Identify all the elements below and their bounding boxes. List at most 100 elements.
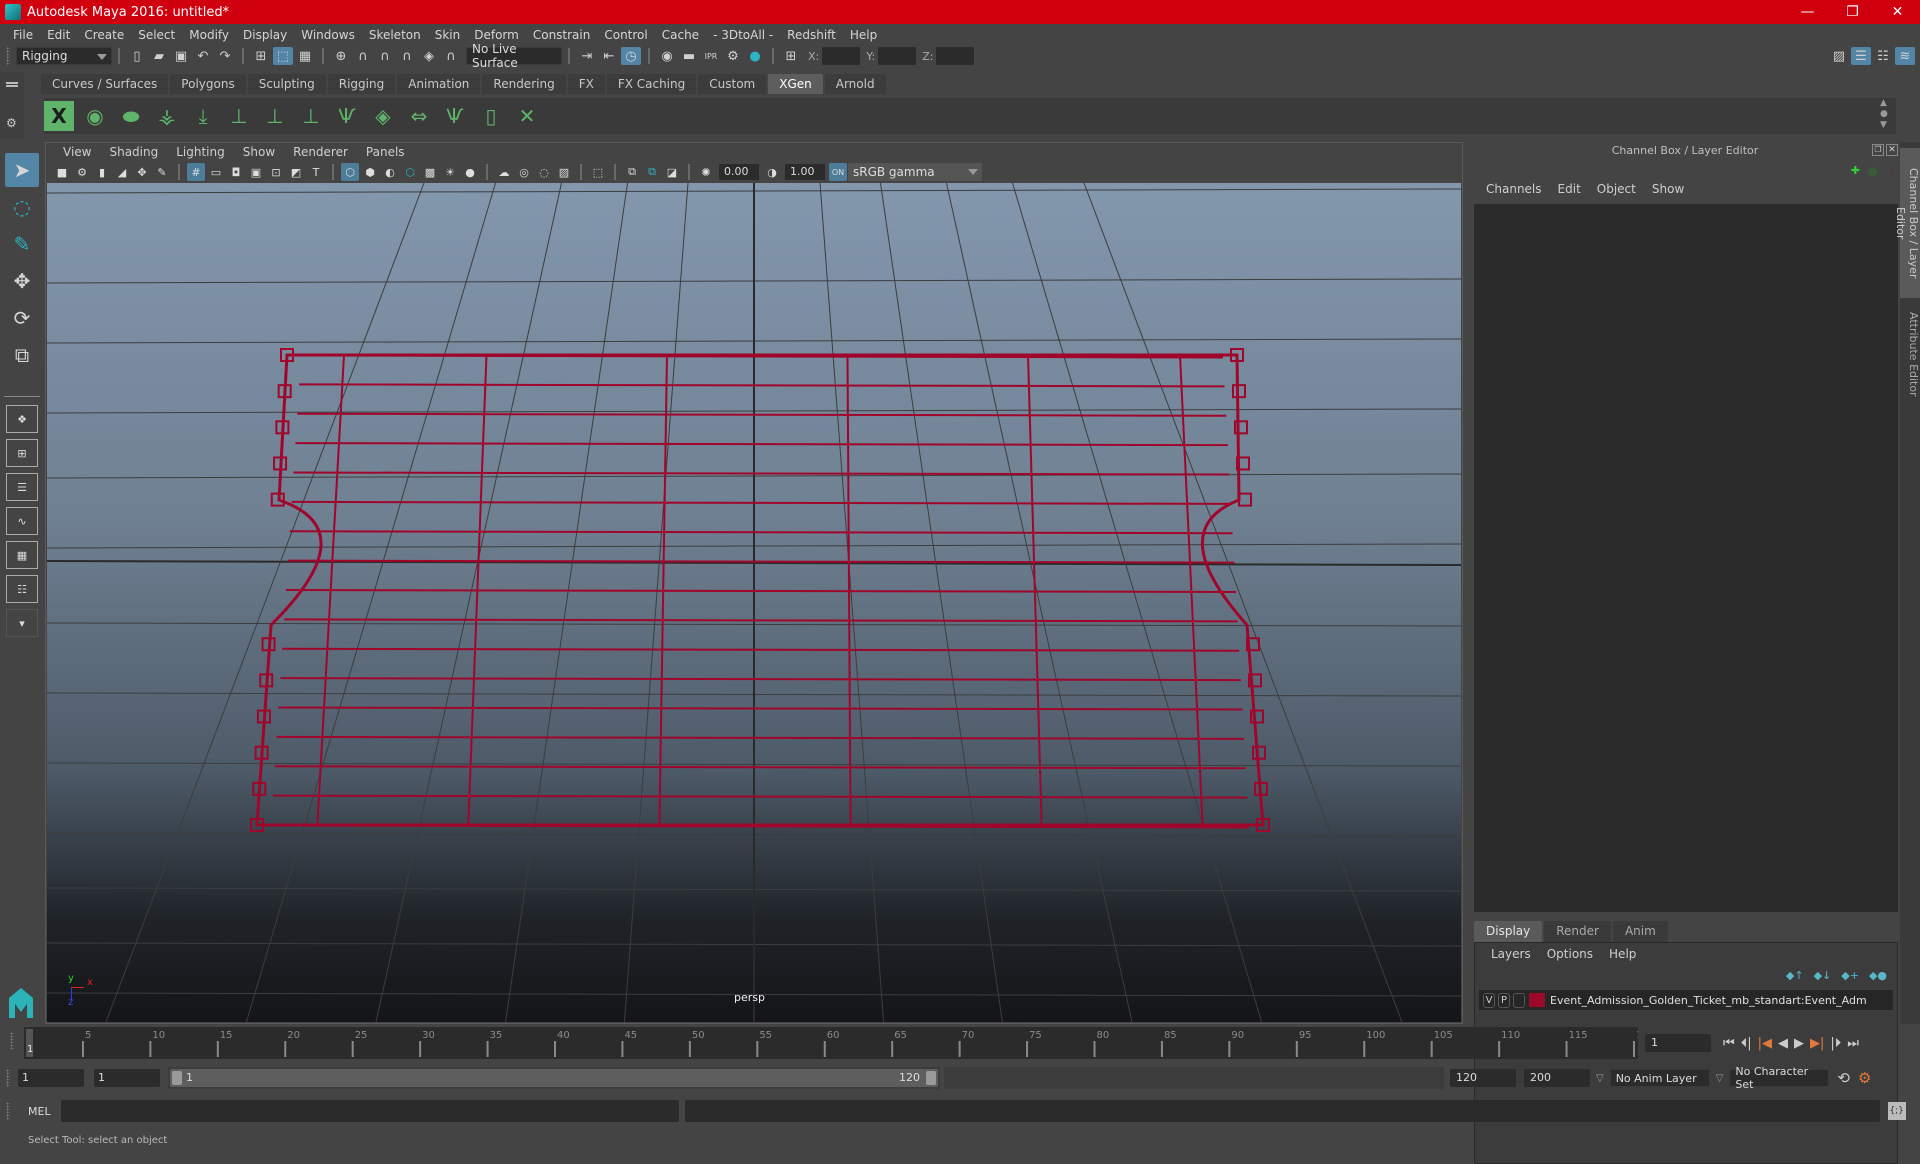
new-empty-layer-icon[interactable]: ◆+: [1841, 969, 1859, 982]
redo-icon[interactable]: ↷: [215, 47, 235, 65]
shelf-tab[interactable]: Polygons: [170, 74, 246, 94]
play-backwards-icon[interactable]: ◀: [1778, 1036, 1788, 1051]
add-guides-icon[interactable]: ⚶: [152, 101, 182, 131]
xray-icon[interactable]: ⧉: [623, 163, 641, 181]
go-to-start-icon[interactable]: ⏮: [1723, 1036, 1735, 1051]
channel-box-menu-item[interactable]: Edit: [1550, 182, 1589, 196]
menu-item[interactable]: File: [6, 28, 40, 42]
step-forward-frame-icon[interactable]: |⏵: [1830, 1036, 1841, 1051]
3d-viewport[interactable]: y x z persp: [47, 183, 1461, 1022]
move-layer-up-icon[interactable]: ◆↑: [1786, 969, 1804, 982]
film-gate-icon[interactable]: ▭: [207, 163, 225, 181]
channel-box-content[interactable]: [1474, 204, 1898, 912]
layer-color-swatch[interactable]: [1529, 993, 1545, 1007]
current-frame-field[interactable]: 1: [1645, 1034, 1711, 1052]
color-space-dropdown[interactable]: sRGB gamma: [848, 163, 982, 181]
viewport-menu-item[interactable]: Renderer: [284, 145, 357, 159]
xgen-window-icon[interactable]: X: [44, 101, 74, 131]
shelf-tab[interactable]: Curves / Surfaces: [41, 74, 169, 94]
viewport-menu-item[interactable]: View: [54, 145, 100, 159]
layer-display-type-toggle[interactable]: [1513, 992, 1525, 1008]
more-layouts-icon[interactable]: ▾: [6, 609, 38, 637]
paint-select-tool-icon[interactable]: ✎: [5, 227, 39, 261]
auto-key-icon[interactable]: ⟲: [1837, 1069, 1850, 1087]
make-live-icon[interactable]: ∩: [441, 47, 461, 65]
shelf-tab[interactable]: Rendering: [482, 74, 566, 94]
screen-space-ao-icon[interactable]: ☁: [495, 163, 513, 181]
bookmark-icon[interactable]: ▮: [93, 163, 111, 181]
x-field[interactable]: [822, 47, 861, 65]
snap-view-plane-icon[interactable]: ∩: [397, 47, 417, 65]
grease-pencil-icon[interactable]: ✎: [153, 163, 171, 181]
shelf-tab[interactable]: Rigging: [327, 74, 396, 94]
layer-menu-item[interactable]: Help: [1601, 947, 1644, 961]
range-grip[interactable]: [6, 1069, 10, 1087]
y-field[interactable]: [878, 47, 917, 65]
ipr-render-icon[interactable]: IPR: [701, 47, 721, 65]
shelf-tab[interactable]: Custom: [698, 74, 767, 94]
close-panel-icon[interactable]: ✕: [1886, 144, 1898, 156]
side-tab-attribute-editor[interactable]: Attribute Editor: [1900, 304, 1920, 404]
menu-item[interactable]: Create: [77, 28, 131, 42]
preview-icon[interactable]: ◉: [80, 101, 110, 131]
resolution-gate-icon[interactable]: ◘: [227, 163, 245, 181]
z-field[interactable]: [936, 47, 975, 65]
shelf-tab[interactable]: Sculpting: [247, 74, 326, 94]
menu-item[interactable]: Skeleton: [362, 28, 428, 42]
graph-persp-layout-icon[interactable]: ∿: [6, 507, 38, 535]
rotate-tool-icon[interactable]: ⟳: [5, 301, 39, 335]
attribute-editor-toggle-icon[interactable]: ☰: [1851, 47, 1871, 65]
restore-button[interactable]: ❐: [1830, 0, 1875, 24]
command-grip[interactable]: [6, 1102, 10, 1120]
render-view-icon[interactable]: ◉: [657, 47, 677, 65]
shelf-tab[interactable]: FX: [567, 74, 605, 94]
toolbar-grip[interactable]: [6, 47, 10, 65]
modeling-toolkit-icon[interactable]: ▨: [1829, 47, 1849, 65]
animation-preferences-icon[interactable]: ⚙: [1858, 1069, 1871, 1087]
channel-box-toggle-icon[interactable]: ≋: [1895, 47, 1915, 65]
2d-pan-zoom-icon[interactable]: ✥: [133, 163, 151, 181]
snap-surface-icon[interactable]: ◈: [419, 47, 439, 65]
hypershade-icon[interactable]: ●: [745, 47, 765, 65]
xray-joints-icon[interactable]: ◪: [663, 163, 681, 181]
character-set-chevron-icon[interactable]: ▽: [1716, 1073, 1724, 1084]
shelf-tab[interactable]: XGen: [768, 74, 823, 94]
range-slider[interactable]: 1 120: [170, 1069, 938, 1087]
channel-box-menu-item[interactable]: Channels: [1478, 182, 1550, 196]
depth-of-field-icon[interactable]: ▨: [555, 163, 573, 181]
menu-item[interactable]: Constrain: [526, 28, 598, 42]
add-guide-icon[interactable]: ⊥: [224, 101, 254, 131]
render-frame-icon[interactable]: ▬: [679, 47, 699, 65]
layer-tab[interactable]: Display: [1474, 921, 1543, 942]
character-set-dropdown[interactable]: No Character Set: [1729, 1065, 1830, 1091]
shadows-icon[interactable]: ●: [461, 163, 479, 181]
axis-manipulator-icon[interactable]: ✚: [1851, 164, 1860, 177]
animation-end-field[interactable]: 200: [1524, 1069, 1590, 1087]
select-tool-icon[interactable]: ➤: [5, 153, 39, 187]
select-object-icon[interactable]: ⬚: [273, 47, 293, 65]
anti-aliasing-icon[interactable]: ◌: [535, 163, 553, 181]
layer-row[interactable]: V P Event_Admission_Golden_Ticket_mb_sta…: [1479, 990, 1893, 1010]
motion-blur-icon[interactable]: ◎: [515, 163, 533, 181]
exposure-icon[interactable]: ✺: [697, 163, 715, 181]
sculpt-guides-icon[interactable]: Ѱ: [332, 101, 362, 131]
wireframe-on-shaded-icon[interactable]: ⬡: [401, 163, 419, 181]
command-input[interactable]: [60, 1100, 679, 1122]
move-layer-down-icon[interactable]: ◆↓: [1814, 969, 1832, 982]
snap-curve-icon[interactable]: ∩: [353, 47, 373, 65]
camera-select-icon[interactable]: ■: [53, 163, 71, 181]
channel-speed-icon[interactable]: ●: [1868, 164, 1878, 178]
playback-end-field[interactable]: 120: [1450, 1069, 1516, 1087]
step-back-frame-icon[interactable]: ⏴|: [1741, 1036, 1752, 1051]
shelf-scrollbar[interactable]: ▲ ● ▼: [1880, 98, 1892, 131]
save-scene-icon[interactable]: ▣: [171, 47, 191, 65]
menu-item[interactable]: Deform: [467, 28, 526, 42]
step-forward-key-icon[interactable]: ▶|: [1810, 1036, 1824, 1051]
four-pane-layout-icon[interactable]: ⊞: [6, 439, 38, 467]
shelf-tab[interactable]: Animation: [397, 74, 481, 94]
gamma-icon[interactable]: ◑: [763, 163, 781, 181]
shelf-menu-icon[interactable]: [6, 82, 18, 84]
menu-item[interactable]: Control: [597, 28, 654, 42]
clear-preview-icon[interactable]: ⬬: [116, 101, 146, 131]
new-scene-icon[interactable]: ▯: [127, 47, 147, 65]
